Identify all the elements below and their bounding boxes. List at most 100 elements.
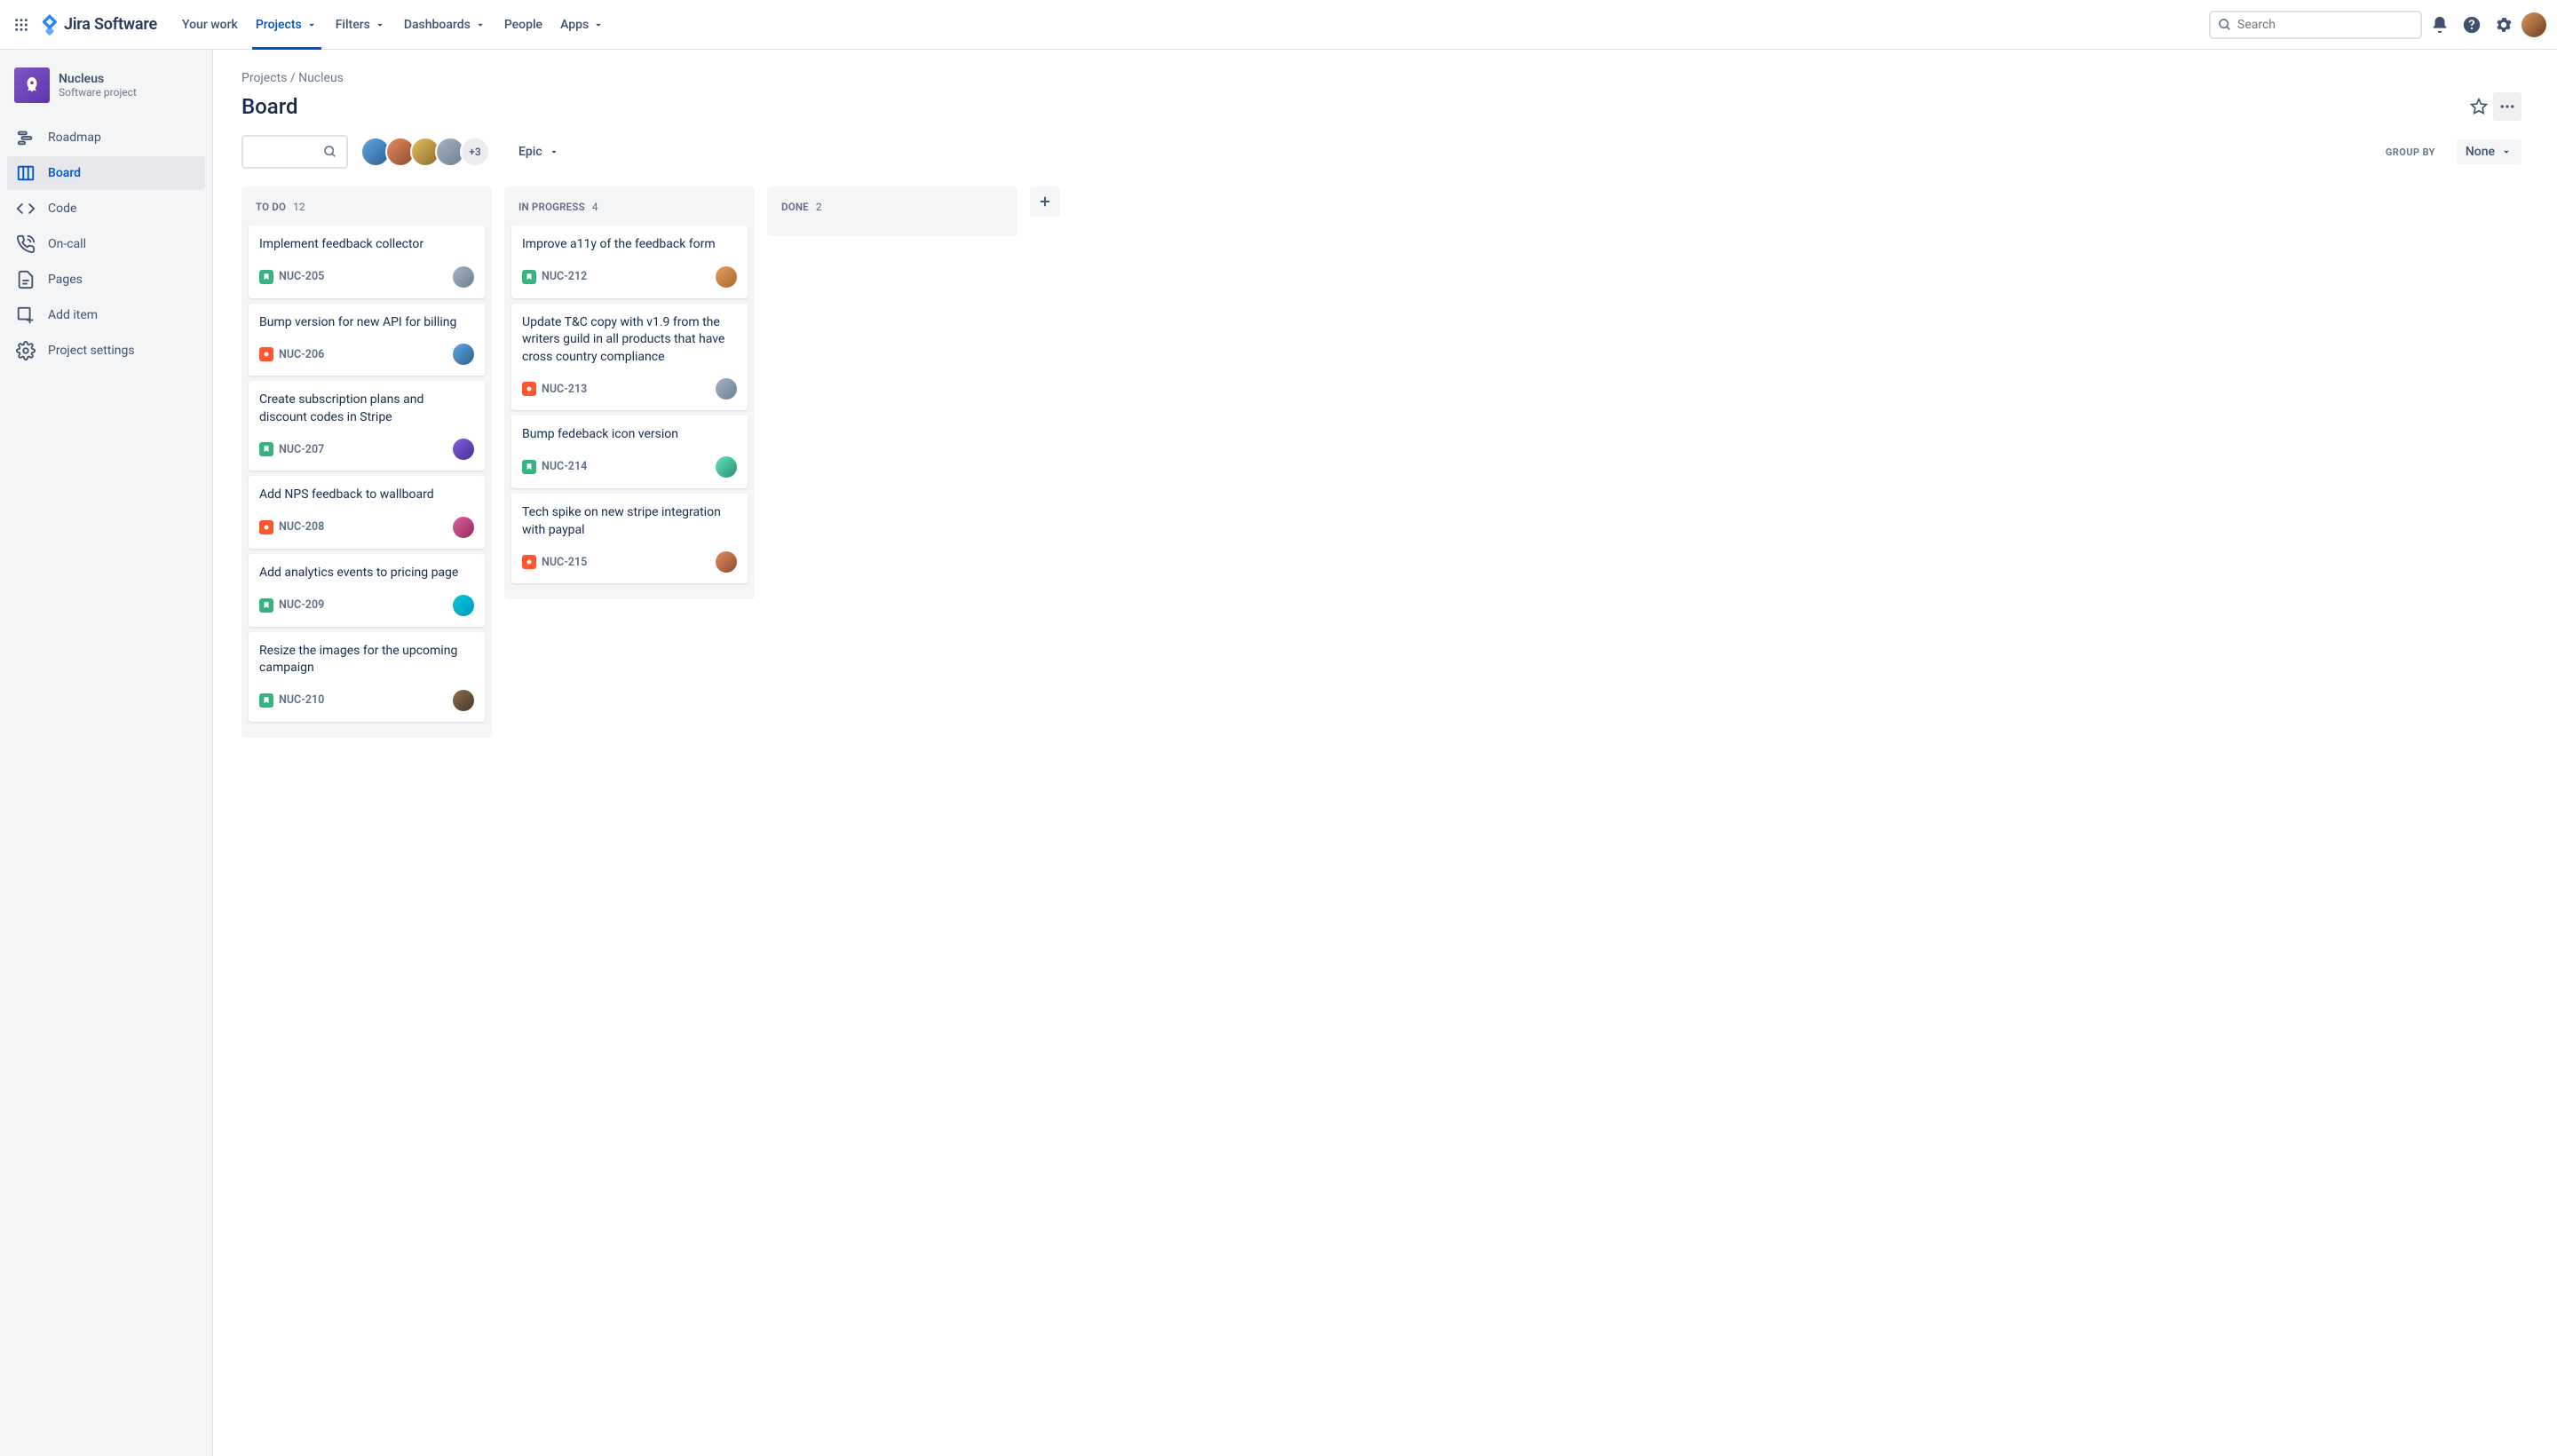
board-icon bbox=[16, 163, 36, 183]
chevron-down-icon bbox=[374, 19, 386, 31]
issue-type-icon bbox=[259, 347, 273, 361]
global-search[interactable] bbox=[2209, 11, 2422, 39]
sidebar-label: Add item bbox=[48, 308, 98, 322]
sidebar-label: Project settings bbox=[48, 344, 135, 358]
issue-card[interactable]: Add NPS feedback to wallboard NUC-208 bbox=[249, 476, 485, 549]
card-assignee-avatar[interactable] bbox=[716, 456, 737, 478]
page-icon bbox=[16, 270, 36, 289]
column-todo: TO DO 12 Implement feedback collectorNUC… bbox=[241, 186, 492, 738]
chevron-down-icon bbox=[2500, 146, 2513, 158]
nav-filters-label: Filters bbox=[336, 18, 370, 32]
nav-dashboards[interactable]: Dashboards bbox=[397, 11, 494, 39]
card-key: NUC-210 bbox=[279, 693, 324, 707]
sidebar: Nucleus Software project Roadmap Board C… bbox=[0, 50, 213, 1456]
nav-apps[interactable]: Apps bbox=[553, 11, 612, 39]
settings-icon[interactable] bbox=[2490, 11, 2518, 39]
card-key: NUC-208 bbox=[279, 520, 324, 534]
board: TO DO 12 Implement feedback collectorNUC… bbox=[241, 186, 2521, 738]
card-assignee-avatar[interactable] bbox=[716, 551, 737, 573]
jira-logo-icon bbox=[39, 14, 60, 36]
issue-card[interactable]: Resize the images for the upcoming campa… bbox=[249, 632, 485, 722]
card-assignee-avatar[interactable] bbox=[453, 439, 474, 460]
groupby-value: None bbox=[2466, 145, 2495, 159]
sidebar-item-add[interactable]: Add item bbox=[7, 298, 205, 332]
assignee-overflow[interactable]: +3 bbox=[460, 137, 490, 167]
star-button[interactable] bbox=[2465, 92, 2493, 121]
star-icon bbox=[2470, 98, 2488, 115]
card-assignee-avatar[interactable] bbox=[453, 266, 474, 288]
issue-card[interactable]: Bump version for new API for billingNUC-… bbox=[249, 304, 485, 376]
add-item-icon bbox=[16, 305, 36, 325]
sidebar-label: Board bbox=[48, 166, 81, 180]
chevron-down-icon bbox=[474, 19, 487, 31]
nav-dashboards-label: Dashboards bbox=[404, 18, 471, 32]
column-count: 4 bbox=[592, 201, 598, 213]
card-key: NUC-206 bbox=[279, 348, 324, 361]
breadcrumb-projects[interactable]: Projects bbox=[241, 71, 287, 85]
card-title: Tech spike on new stripe integration wit… bbox=[522, 504, 737, 539]
app-switcher-icon[interactable] bbox=[11, 14, 32, 36]
sidebar-item-oncall[interactable]: On-call bbox=[7, 227, 205, 261]
card-title: Improve a11y of the feedback form bbox=[522, 236, 737, 254]
issue-type-icon bbox=[522, 460, 536, 474]
issue-card[interactable]: Improve a11y of the feedback form NUC-212 bbox=[511, 226, 748, 298]
issue-type-icon bbox=[522, 382, 536, 396]
card-assignee-avatar[interactable] bbox=[453, 690, 474, 711]
more-icon bbox=[2498, 98, 2516, 115]
nav-your-work[interactable]: Your work bbox=[175, 11, 245, 39]
epic-filter-label: Epic bbox=[519, 145, 542, 159]
sidebar-label: On-call bbox=[48, 237, 86, 251]
issue-card[interactable]: Add analytics events to pricing pageNUC-… bbox=[249, 554, 485, 627]
sidebar-item-settings[interactable]: Project settings bbox=[7, 334, 205, 368]
search-icon bbox=[2218, 18, 2232, 32]
card-key: NUC-212 bbox=[542, 270, 587, 283]
sidebar-item-code[interactable]: Code bbox=[7, 192, 205, 226]
sidebar-label: Pages bbox=[48, 273, 83, 287]
column-inprogress: IN PROGRESS 4 Improve a11y of the feedba… bbox=[504, 186, 755, 599]
board-search[interactable] bbox=[241, 135, 348, 169]
card-assignee-avatar[interactable] bbox=[716, 378, 737, 400]
nav-projects[interactable]: Projects bbox=[249, 11, 325, 39]
card-assignee-avatar[interactable] bbox=[453, 595, 474, 616]
issue-card[interactable]: Bump fedeback icon versionNUC-214 bbox=[511, 415, 748, 488]
nav-people[interactable]: People bbox=[497, 11, 550, 39]
help-icon[interactable] bbox=[2458, 11, 2486, 39]
breadcrumb: Projects / Nucleus bbox=[241, 71, 2521, 85]
project-header[interactable]: Nucleus Software project bbox=[7, 67, 205, 121]
more-button[interactable] bbox=[2493, 92, 2521, 121]
issue-type-icon bbox=[259, 442, 273, 456]
sidebar-item-pages[interactable]: Pages bbox=[7, 263, 205, 297]
card-title: Bump fedeback icon version bbox=[522, 426, 737, 444]
rocket-icon bbox=[22, 75, 42, 95]
nav-projects-label: Projects bbox=[256, 18, 302, 32]
groupby-label: GROUP BY bbox=[2386, 146, 2435, 158]
add-column-button[interactable] bbox=[1030, 186, 1060, 217]
card-assignee-avatar[interactable] bbox=[716, 266, 737, 288]
issue-card[interactable]: Create subscription plans and discount c… bbox=[249, 381, 485, 471]
column-name: IN PROGRESS bbox=[519, 201, 585, 213]
column-count: 2 bbox=[816, 201, 822, 213]
sidebar-item-roadmap[interactable]: Roadmap bbox=[7, 121, 205, 154]
card-title: Add NPS feedback to wallboard bbox=[259, 487, 474, 504]
card-key: NUC-213 bbox=[542, 383, 587, 396]
card-assignee-avatar[interactable] bbox=[453, 517, 474, 538]
card-assignee-avatar[interactable] bbox=[453, 344, 474, 365]
column-done: DONE 2 bbox=[767, 186, 1017, 236]
profile-avatar[interactable] bbox=[2521, 12, 2546, 37]
card-key: NUC-205 bbox=[279, 270, 324, 283]
card-title: Resize the images for the upcoming campa… bbox=[259, 643, 474, 677]
sidebar-item-board[interactable]: Board bbox=[7, 156, 205, 190]
issue-card[interactable]: Implement feedback collectorNUC-205 bbox=[249, 226, 485, 298]
epic-filter[interactable]: Epic bbox=[511, 139, 567, 164]
issue-type-icon bbox=[522, 270, 536, 284]
global-search-input[interactable] bbox=[2237, 18, 2413, 32]
nav-filters[interactable]: Filters bbox=[329, 11, 393, 39]
jira-logo[interactable]: Jira Software bbox=[39, 14, 157, 36]
issue-card[interactable]: Update T&C copy with v1.9 from the write… bbox=[511, 304, 748, 411]
groupby-dropdown[interactable]: None bbox=[2457, 139, 2521, 164]
card-title: Update T&C copy with v1.9 from the write… bbox=[522, 314, 737, 367]
code-icon bbox=[16, 199, 36, 218]
plus-icon bbox=[1037, 194, 1053, 210]
issue-card[interactable]: Tech spike on new stripe integration wit… bbox=[511, 494, 748, 583]
notifications-icon[interactable] bbox=[2426, 11, 2454, 39]
